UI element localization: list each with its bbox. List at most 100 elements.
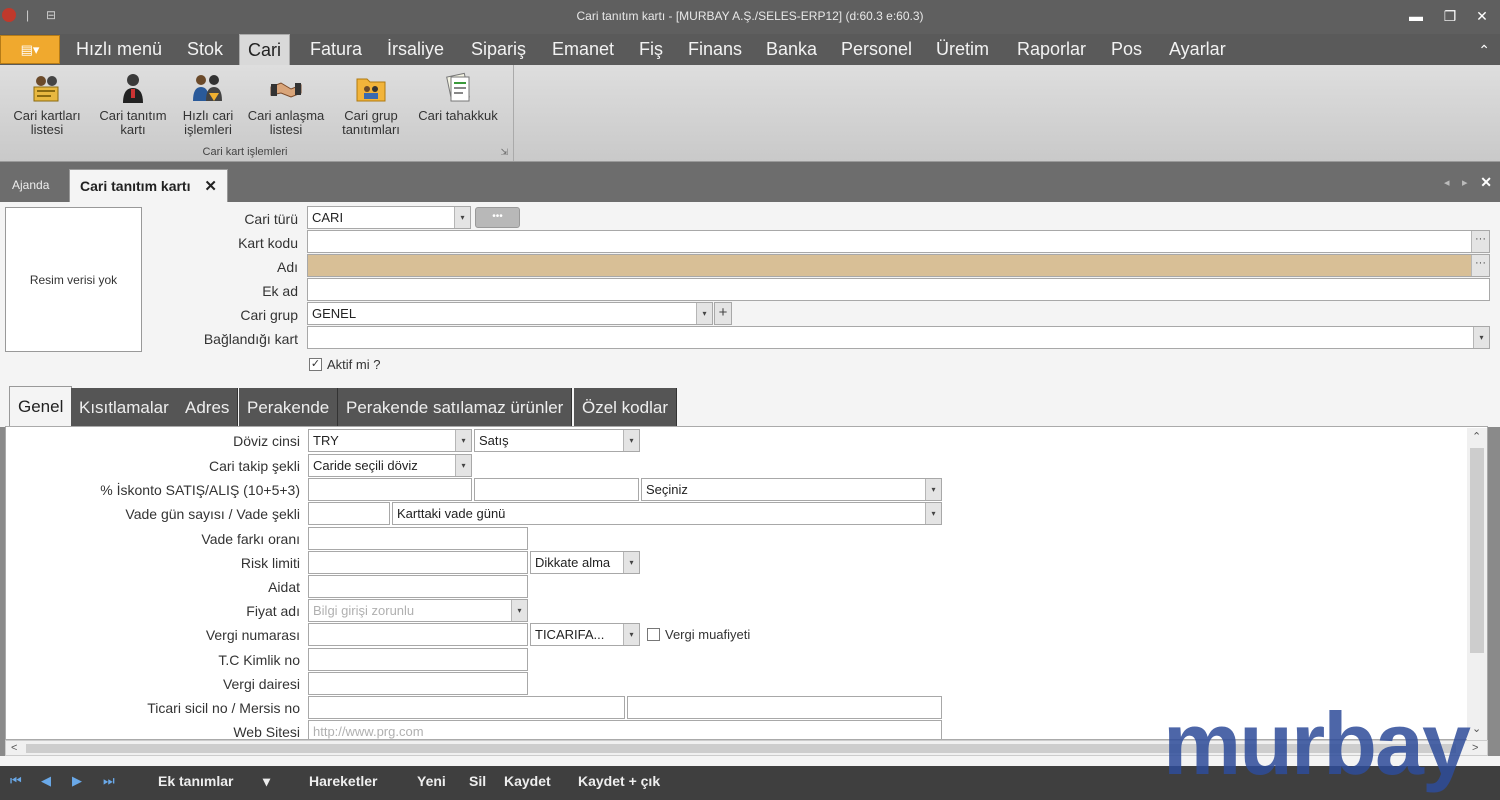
kart-kodu-input[interactable]: ···: [307, 230, 1490, 253]
ticari-sicil-input[interactable]: [308, 696, 625, 719]
cari-tanitim-karti-button[interactable]: Cari tanıtım kartı: [94, 71, 172, 137]
aidat-input[interactable]: [308, 575, 528, 598]
yeni-button[interactable]: Yeni: [417, 773, 446, 789]
tab-perakende[interactable]: Perakende: [239, 388, 339, 427]
scroll-down-icon[interactable]: ⌄: [1472, 722, 1481, 735]
first-record-icon[interactable]: ⏮: [10, 773, 22, 789]
vergi-no-input[interactable]: [308, 623, 528, 646]
vergi-dairesi-input[interactable]: [308, 672, 528, 695]
next-record-icon[interactable]: ▶: [72, 773, 82, 789]
tab-kisitlamalar[interactable]: Kısıtlamalar: [71, 388, 178, 427]
cari-grup-tanitimlari-button[interactable]: Cari grup tanıtımları: [338, 71, 404, 137]
baglandigi-kart-select[interactable]: ▾: [307, 326, 1490, 349]
menu-fatura[interactable]: Fatura: [310, 34, 362, 65]
close-tab-icon[interactable]: ✕: [204, 178, 217, 195]
tab-next-icon[interactable]: ▸: [1462, 176, 1468, 189]
menu-siparis[interactable]: Sipariş: [471, 34, 526, 65]
cari-turu-select[interactable]: CARI ▾: [307, 206, 471, 229]
risk-input[interactable]: [308, 551, 528, 574]
fiyat-select[interactable]: Bilgi girişi zorunlu ▾: [308, 599, 528, 622]
group-launcher-icon[interactable]: ⇲: [500, 147, 508, 158]
vade-farki-input[interactable]: [308, 527, 528, 550]
iskonto-satis-input[interactable]: [308, 478, 472, 501]
minimize-button[interactable]: ▬: [1406, 6, 1426, 26]
menu-personel[interactable]: Personel: [841, 34, 912, 65]
scroll-right-icon[interactable]: >: [1472, 742, 1478, 754]
scroll-left-icon[interactable]: <: [11, 742, 17, 754]
kaydet-cik-button[interactable]: Kaydet + çık: [578, 773, 660, 789]
scroll-thumb[interactable]: [1470, 448, 1484, 653]
cari-anlasma-listesi-button[interactable]: Cari anlaşma listesi: [244, 71, 328, 137]
menu-banka[interactable]: Banka: [766, 34, 817, 65]
mersis-input[interactable]: [627, 696, 942, 719]
chevron-down-icon[interactable]: ▾: [925, 503, 941, 524]
restore-button[interactable]: ❐: [1440, 6, 1460, 26]
kaydet-button[interactable]: Kaydet: [504, 773, 551, 789]
chevron-down-icon[interactable]: ▾: [623, 430, 639, 451]
chevron-down-icon[interactable]: ▾: [263, 773, 270, 790]
menu-irsaliye[interactable]: İrsaliye: [387, 34, 444, 65]
vergi-type-select[interactable]: TICARIFA... ▾: [530, 623, 640, 646]
ellipsis-icon[interactable]: ···: [1471, 231, 1489, 252]
menu-emanet[interactable]: Emanet: [552, 34, 614, 65]
close-all-tabs-icon[interactable]: ✕: [1480, 174, 1492, 191]
menu-uretim[interactable]: Üretim: [936, 34, 989, 65]
doviz-select[interactable]: TRY ▾: [308, 429, 472, 452]
tab-perakende-satilamaz[interactable]: Perakende satılamaz ürünler: [338, 388, 573, 427]
menu-finans[interactable]: Finans: [688, 34, 742, 65]
ellipsis-icon[interactable]: ···: [1471, 255, 1489, 276]
risk-select[interactable]: Dikkate alma ▾: [530, 551, 640, 574]
tab-cari-tanitim-karti[interactable]: Cari tanıtım kartı ✕: [69, 169, 228, 202]
chevron-down-icon[interactable]: ▾: [696, 303, 712, 324]
chevron-down-icon[interactable]: ▾: [623, 624, 639, 645]
prev-record-icon[interactable]: ◀: [41, 773, 51, 789]
ek-ad-input[interactable]: [307, 278, 1490, 301]
app-menu-button[interactable]: ▤▾: [0, 35, 60, 64]
last-record-icon[interactable]: ⏭: [103, 773, 115, 789]
menu-cari[interactable]: Cari: [239, 34, 291, 65]
web-input[interactable]: http://www.prg.com: [308, 720, 942, 739]
iskonto-select[interactable]: Seçiniz ▾: [641, 478, 942, 501]
vertical-scrollbar[interactable]: ⌃ ⌄: [1467, 428, 1487, 740]
scroll-up-icon[interactable]: ⌃: [1472, 430, 1481, 443]
cari-tahakkuk-button[interactable]: Cari tahakkuk: [414, 71, 502, 123]
photo-box[interactable]: Resim verisi yok: [5, 207, 142, 352]
cari-kartlari-listesi-button[interactable]: Cari kartları listesi: [8, 71, 86, 137]
takip-select[interactable]: Caride seçili döviz ▾: [308, 454, 472, 477]
close-window-button[interactable]: ✕: [1472, 6, 1492, 26]
hareketler-button[interactable]: Hareketler: [309, 773, 378, 789]
chevron-down-icon[interactable]: ▾: [455, 430, 471, 451]
chevron-down-icon[interactable]: ▾: [455, 455, 471, 476]
cari-grup-select[interactable]: GENEL ▾: [307, 302, 713, 325]
tab-adres[interactable]: Adres: [177, 388, 239, 427]
sil-button[interactable]: Sil: [469, 773, 486, 789]
ek-tanimlar-button[interactable]: Ek tanımlar: [158, 773, 233, 789]
menu-stok[interactable]: Stok: [187, 34, 223, 65]
tab-prev-icon[interactable]: ◂: [1444, 176, 1450, 189]
menu-ayarlar[interactable]: Ayarlar: [1169, 34, 1226, 65]
vade-sekli-select[interactable]: Karttaki vade günü ▾: [392, 502, 942, 525]
aktif-checkbox[interactable]: ✓: [309, 358, 322, 371]
hizli-cari-islemleri-button[interactable]: Hızlı cari işlemleri: [178, 71, 238, 137]
chevron-down-icon[interactable]: ▾: [1473, 327, 1489, 348]
vade-gun-input[interactable]: [308, 502, 390, 525]
tab-genel[interactable]: Genel: [9, 386, 73, 427]
menu-fis[interactable]: Fiş: [639, 34, 663, 65]
menu-hizli-menu[interactable]: Hızlı menü: [76, 34, 162, 65]
cari-turu-options-button[interactable]: •••: [475, 207, 520, 228]
menu-raporlar[interactable]: Raporlar: [1017, 34, 1086, 65]
chevron-down-icon[interactable]: ▾: [623, 552, 639, 573]
menu-pos[interactable]: Pos: [1111, 34, 1142, 65]
tab-ajanda[interactable]: Ajanda: [12, 169, 49, 202]
tc-input[interactable]: [308, 648, 528, 671]
chevron-down-icon[interactable]: ▾: [925, 479, 941, 500]
chevron-down-icon[interactable]: ▾: [454, 207, 470, 228]
collapse-ribbon-button[interactable]: ⌃: [1478, 42, 1490, 59]
doviz-type-select[interactable]: Satış ▾: [474, 429, 640, 452]
iskonto-alis-input[interactable]: [474, 478, 639, 501]
add-group-button[interactable]: +: [714, 302, 732, 325]
adi-input[interactable]: ···: [307, 254, 1490, 277]
tab-ozel-kodlar[interactable]: Özel kodlar: [574, 388, 677, 427]
chevron-down-icon[interactable]: ▾: [511, 600, 527, 621]
vergi-muaf-checkbox[interactable]: [647, 628, 660, 641]
